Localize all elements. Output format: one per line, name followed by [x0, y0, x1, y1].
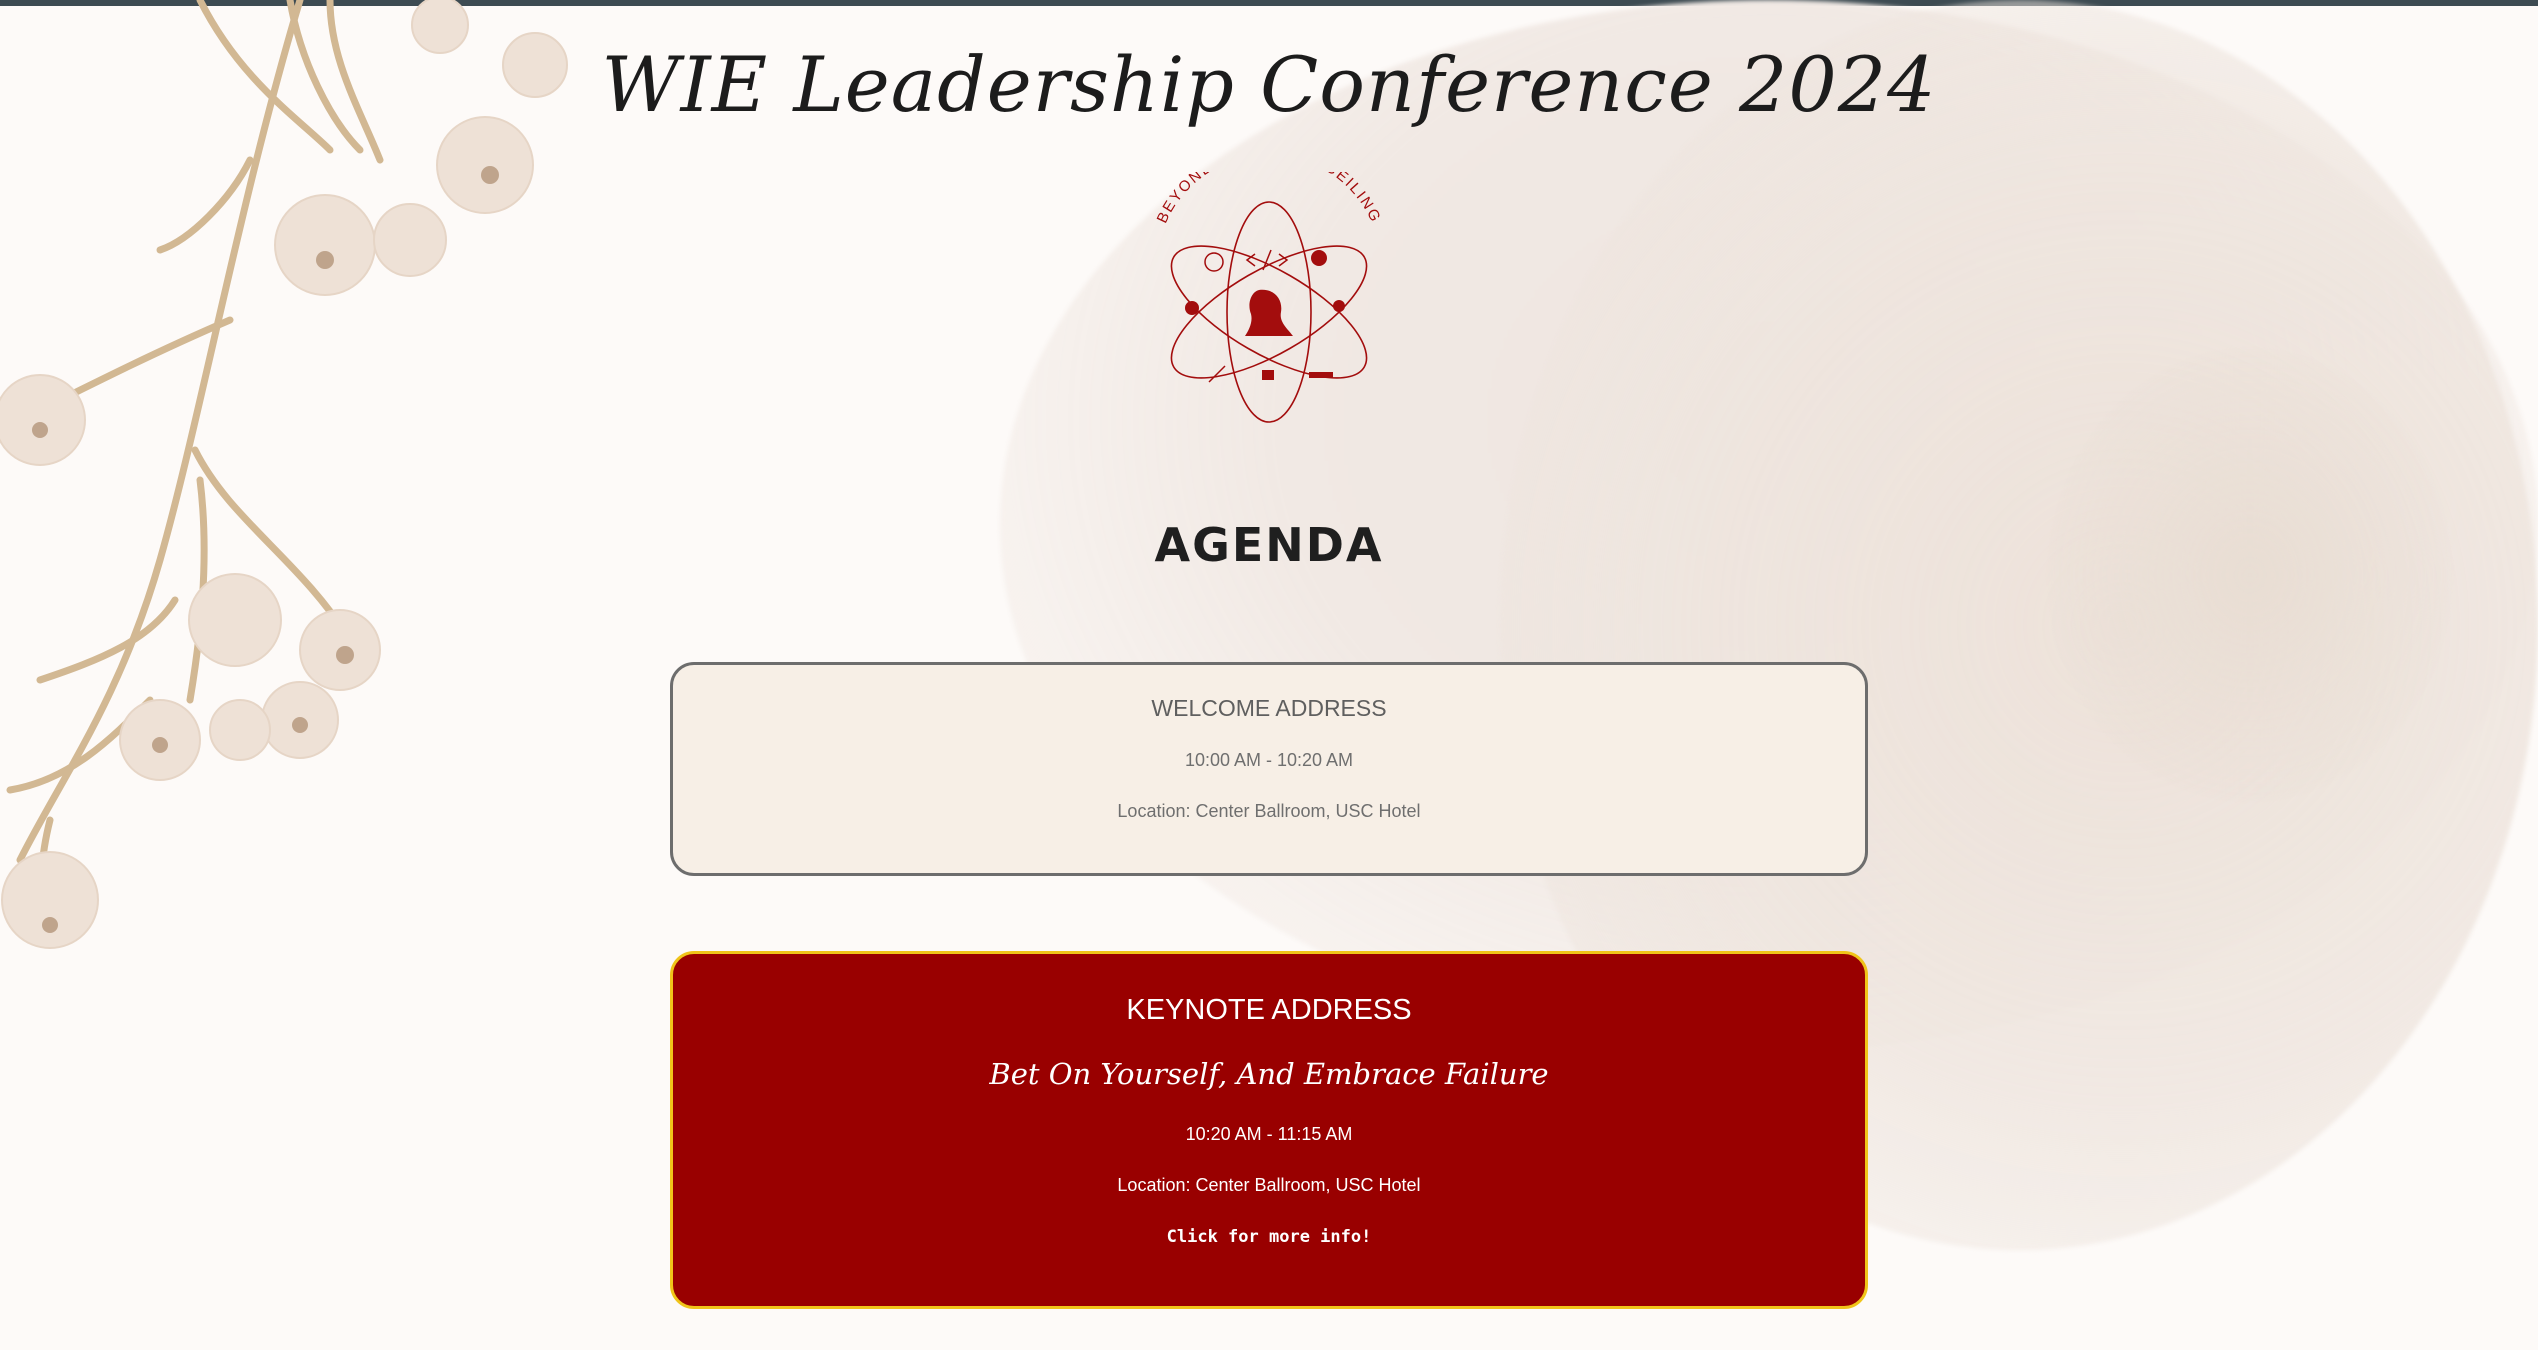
agenda-card-welcome[interactable]: WELCOME ADDRESS 10:00 AM - 10:20 AM Loca… [670, 662, 1868, 876]
conference-logo: BEYOND THE GLASS CEILING [1154, 172, 1385, 423]
agenda-card-location: Location: Center Ballroom, USC Hotel [1117, 801, 1421, 821]
watercolor-wash [2050, 350, 2450, 800]
agenda-card-location: Location: Center Ballroom, USC Hotel [1117, 1175, 1421, 1195]
logo-arc-text: BEYOND THE GLASS CEILING [1154, 172, 1383, 226]
decorative-branch-illustration [0, 0, 568, 949]
more-info-link[interactable]: Click for more info! [673, 1227, 1865, 1247]
agenda-card-title: WELCOME ADDRESS [1151, 695, 1387, 721]
page-title: WIE Leadership Conference 2024 [601, 40, 1937, 129]
agenda-card-keynote[interactable]: KEYNOTE ADDRESS Bet On Yourself, And Emb… [670, 951, 1868, 1309]
agenda-card-time: 10:00 AM - 10:20 AM [1184, 750, 1354, 770]
agenda-card-title: KEYNOTE ADDRESS [1126, 994, 1412, 1026]
svg-text:BEYOND THE GLASS CEILING: BEYOND THE GLASS CEILING [1154, 172, 1385, 226]
agenda-heading: AGENDA [1154, 518, 1384, 572]
agenda-card-subtitle: Bet On Yourself, And Embrace Failure [989, 1057, 1549, 1091]
agenda-card-time: 10:20 AM - 11:15 AM [1185, 1124, 1353, 1144]
